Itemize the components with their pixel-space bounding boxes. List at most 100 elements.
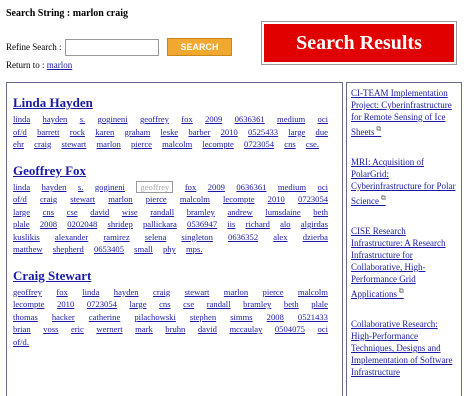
tag-link[interactable]: lecompte [13, 299, 45, 309]
tag-link[interactable]: alexander [55, 232, 88, 242]
tag-link[interactable]: algirdas [301, 219, 328, 229]
tag-link[interactable]: of/d [13, 194, 27, 204]
tag-link[interactable]: 0536947 [187, 219, 217, 229]
tag-link[interactable]: stewart [70, 194, 95, 204]
tag-link[interactable]: andrew [227, 207, 252, 217]
tag-link[interactable]: lumsdaine [265, 207, 300, 217]
tag-link[interactable]: barber [188, 127, 210, 137]
tag-link[interactable]: fox [185, 182, 196, 192]
tag-link[interactable]: plale [311, 299, 328, 309]
tag-link[interactable]: pierce [263, 287, 284, 297]
tag-link[interactable]: cns [43, 207, 54, 217]
tag-link[interactable]: 0723054 [244, 139, 274, 149]
tag-link[interactable]: pallickara [143, 219, 177, 229]
tag-link[interactable]: marlon [224, 287, 248, 297]
tag-link[interactable]: 0521433 [298, 312, 328, 322]
tag-link[interactable]: cns [284, 139, 295, 149]
tag-link[interactable]: wise [122, 207, 138, 217]
tag-link[interactable]: malcolm [162, 139, 192, 149]
tag-link[interactable]: lecompte [223, 194, 255, 204]
tag-link[interactable]: 0504075 [275, 324, 305, 334]
tag-link[interactable]: 2010 [57, 299, 74, 309]
tag-link[interactable]: beth [313, 207, 328, 217]
tag-link[interactable]: bramley [243, 299, 271, 309]
tag-link[interactable]: cse [183, 299, 194, 309]
tag-link[interactable]: hacker [52, 312, 75, 322]
tag-link[interactable]: brian [13, 324, 31, 334]
tag-link[interactable]: catherine [89, 312, 121, 322]
project-link[interactable]: MRI: Acquisition of PolarGrid: Cyberinfr… [347, 152, 461, 207]
tag-link[interactable]: cns [159, 299, 170, 309]
tag-link[interactable]: geoffrey [140, 114, 169, 124]
result-name-link[interactable]: Linda Hayden [13, 95, 336, 111]
tag-link[interactable]: small [134, 244, 153, 254]
tag-link[interactable]: kuslikis [13, 232, 40, 242]
tag-link[interactable]: hayden [43, 114, 68, 124]
tag-link[interactable]: fox [56, 287, 67, 297]
tag-link[interactable]: bramley [187, 207, 215, 217]
tag-link[interactable]: marlon [96, 139, 120, 149]
tag-link[interactable]: randall [207, 299, 231, 309]
tag-link[interactable]: linda [13, 114, 30, 124]
tag-link[interactable]: 0723054 [87, 299, 117, 309]
tag-link[interactable]: fox [181, 114, 192, 124]
tag-link[interactable]: large [13, 207, 30, 217]
tag-link[interactable]: pilachowski [134, 312, 176, 322]
tag-link[interactable]: thomas [13, 312, 38, 322]
tag-link[interactable]: geoffrey [13, 287, 42, 297]
tag-link[interactable]: alo [280, 219, 291, 229]
result-name-link[interactable]: Geoffrey Fox [13, 163, 336, 179]
tag-link[interactable]: cse. [306, 139, 319, 149]
tag-link[interactable]: medium [278, 182, 306, 192]
tag-link[interactable]: randall [150, 207, 174, 217]
tag-link[interactable]: due [316, 127, 328, 137]
tag-link[interactable]: oci [318, 182, 329, 192]
tag-link[interactable]: lecompte [202, 139, 234, 149]
tag-link[interactable]: matthew [13, 244, 43, 254]
tag-link[interactable]: 2009 [205, 114, 222, 124]
tag-link[interactable]: ehr [13, 139, 24, 149]
tag-link[interactable]: david [90, 207, 109, 217]
tag-link[interactable]: craig [40, 194, 57, 204]
tag-link[interactable]: plale [13, 219, 30, 229]
tag-link[interactable]: stewart [185, 287, 210, 297]
tag-link[interactable]: ramirez [103, 232, 129, 242]
tag-link[interactable]: of/d. [13, 337, 29, 347]
tag-link[interactable]: karen [95, 127, 114, 137]
tag-link[interactable]: linda [13, 182, 30, 192]
tag-link[interactable]: leske [161, 127, 179, 137]
tag-link[interactable]: hayden [114, 287, 139, 297]
tag-link[interactable]: 0202048 [67, 219, 97, 229]
result-name-link[interactable]: Craig Stewart [13, 268, 336, 284]
tag-link[interactable]: s. [78, 182, 84, 192]
tag-link[interactable]: voss [43, 324, 58, 334]
return-link[interactable]: marlon [47, 60, 73, 70]
tag-link[interactable]: gogineni [98, 114, 128, 124]
search-button[interactable]: SEARCH [167, 38, 232, 56]
tag-link[interactable]: shepherd [53, 244, 84, 254]
tag-link[interactable]: s. [80, 114, 86, 124]
tag-link[interactable]: malcolm [298, 287, 328, 297]
tag-link[interactable]: pierce [146, 194, 167, 204]
tag-link[interactable]: mccaulay [229, 324, 262, 334]
tag-link[interactable]: richard [246, 219, 270, 229]
tag-link[interactable]: eric [71, 324, 84, 334]
project-link[interactable]: CISE Research Infrastructure: A Research… [347, 221, 461, 300]
tag-link[interactable]: phy [163, 244, 176, 254]
tag-link[interactable]: dzierba [303, 232, 328, 242]
tag-link[interactable]: 0723054 [298, 194, 328, 204]
tag-link[interactable]: bruhn [165, 324, 185, 334]
tag-link[interactable]: 2010 [221, 127, 238, 137]
tag-link[interactable]: large [288, 127, 305, 137]
tag-link[interactable]: iis [227, 219, 235, 229]
tag-link[interactable]: wernert [96, 324, 122, 334]
tag-link[interactable]: malcolm [180, 194, 210, 204]
tag-link[interactable]: barrett [37, 127, 59, 137]
tag-link[interactable]: rock [70, 127, 85, 137]
tag-link[interactable]: stewart [61, 139, 86, 149]
tag-link[interactable]: david [198, 324, 217, 334]
project-link[interactable]: Collaborative Research: High-Performance… [347, 314, 461, 378]
tag-link[interactable]: gogineni [95, 182, 125, 192]
tag-link[interactable]: hayden [42, 182, 67, 192]
tag-link[interactable]: large [130, 299, 147, 309]
